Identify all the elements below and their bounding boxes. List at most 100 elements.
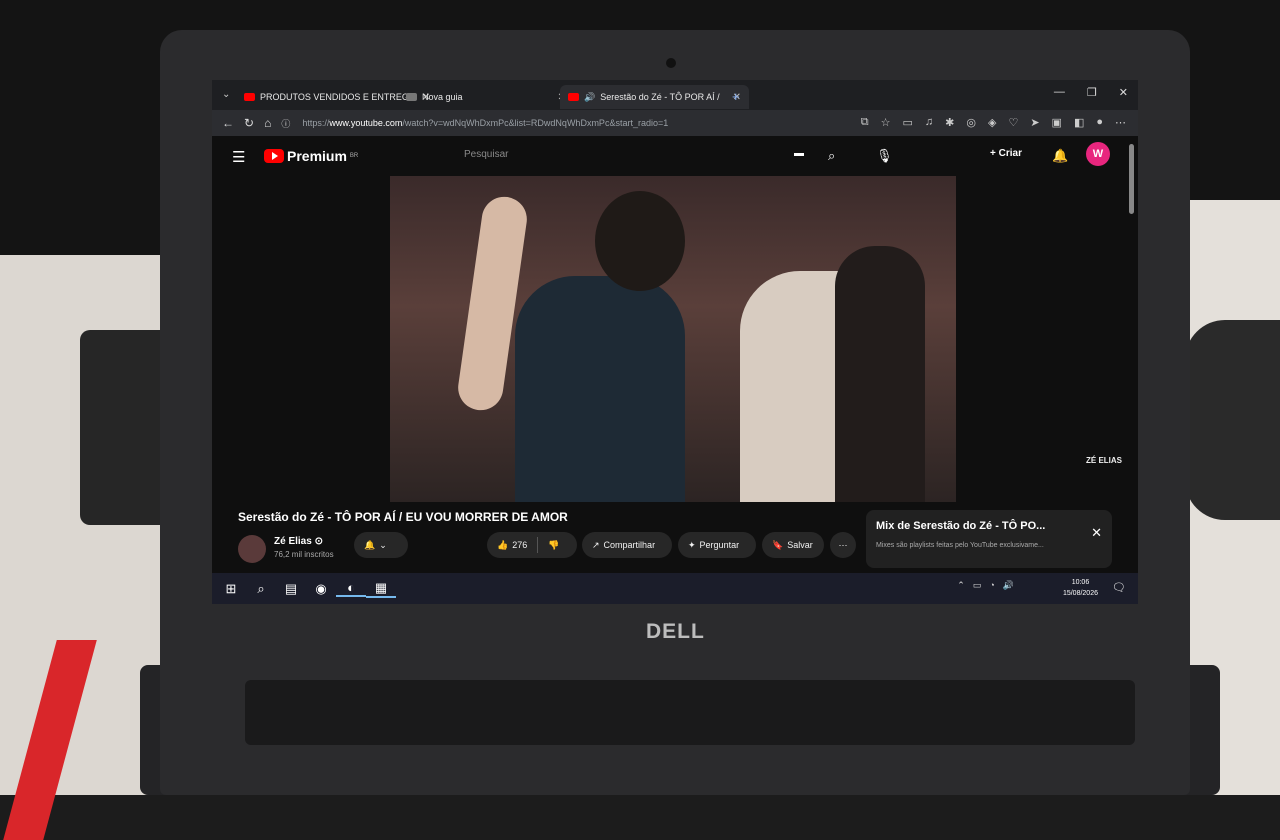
edge-icon[interactable]: ◐ (336, 580, 366, 597)
create-button[interactable]: + Criar (990, 148, 1022, 159)
reader-icon[interactable]: ▭ (902, 116, 912, 129)
share-button[interactable]: ↗ Compartilhar (582, 532, 672, 558)
browser-tab-bar: ⌄ PRODUTOS VENDIDOS E ENTREG ✕ Nova guia… (212, 80, 1138, 110)
chrome-icon[interactable]: ◉ (306, 581, 336, 597)
extension-icon[interactable]: ◈ (988, 116, 996, 129)
video-frame-performer (515, 276, 685, 502)
user-avatar[interactable]: W (1086, 142, 1110, 166)
home-icon[interactable]: ⌂ (264, 116, 271, 130)
tab-nova-guia[interactable]: Nova guia ✕ (398, 85, 574, 109)
clock-date: 15/08/2026 (1062, 590, 1098, 597)
chevron-up-icon[interactable]: ⌃ (957, 580, 965, 591)
new-tab-button[interactable]: + (732, 89, 740, 104)
save-button[interactable]: 🔖 Salvar (762, 532, 824, 558)
more-actions-button[interactable]: ⋯ (830, 532, 856, 558)
channel-watermark: ZÉ ELIAS (1086, 456, 1123, 465)
like-count: 276 (512, 540, 528, 550)
youtube-logo[interactable]: Premium BR (264, 148, 358, 164)
mix-title: Mix de Serestão do Zé - TÔ PO... (876, 520, 1046, 532)
extension-icon[interactable]: ▣ (1052, 116, 1062, 129)
notification-center-icon[interactable]: 🗨 (1112, 581, 1126, 594)
url-field[interactable]: https://www.youtube.com/watch?v=wdNqWhDx… (302, 118, 668, 128)
laptop-screen: ⌄ PRODUTOS VENDIDOS E ENTREG ✕ Nova guia… (212, 80, 1138, 604)
close-icon[interactable]: ✕ (1091, 525, 1102, 541)
tab-serestao[interactable]: 🔊 Serestão do Zé - TÔ POR AÍ / ✕ (560, 85, 749, 109)
windows-taskbar: ⊞ ⌕ ▤ ◉ ◐ ▦ ⌃ ▭ ◔ 🔊 10:06 15/08/2026 🗨 (212, 573, 1138, 604)
channel-name[interactable]: Zé Elias ⊙ (274, 536, 323, 547)
share-label: Compartilhar (603, 540, 656, 550)
search-icon[interactable]: ⌕ (246, 581, 276, 597)
minimize-icon[interactable]: — (1054, 86, 1065, 99)
bookmark-icon: 🔖 (772, 539, 784, 550)
logo-text: Premium (287, 148, 347, 164)
back-icon[interactable]: ← (222, 116, 234, 130)
site-info-icon[interactable]: ⓘ (281, 117, 290, 130)
page-scrollbar[interactable] (1129, 144, 1134, 214)
video-frame-crowd (835, 246, 925, 502)
restore-icon[interactable]: ❐ (1087, 86, 1097, 99)
webcam (666, 58, 676, 68)
dislike-button[interactable]: 👎 (548, 540, 559, 551)
install-app-icon[interactable]: ⧉ (861, 116, 869, 129)
laptop-hinge (245, 680, 1135, 745)
youtube-favicon-icon (244, 93, 255, 101)
youtube-play-icon (264, 149, 284, 163)
profile-icon[interactable]: ● (1096, 116, 1103, 129)
microphone-icon[interactable]: 🎙 (876, 148, 893, 164)
window-controls: — ❐ ✕ (1054, 86, 1128, 99)
channel-subscribers: 76,2 mil inscritos (274, 550, 334, 559)
notifications-bell-icon[interactable]: 🔔 (1052, 148, 1068, 164)
bell-icon: 🔔 (364, 539, 376, 550)
bookmark-star-icon[interactable]: ☆ (881, 116, 891, 129)
like-dislike-group: 👍 276 👎 (487, 532, 577, 558)
search-icon[interactable]: ⌕ (828, 148, 835, 164)
more-icon: ⋯ (838, 539, 848, 550)
keyboard-icon[interactable]: ▬ (794, 148, 804, 159)
close-window-icon[interactable]: ✕ (1119, 86, 1128, 99)
address-bar: ← ↻ ⌂ ⓘ https://www.youtube.com/watch?v=… (212, 110, 1138, 136)
clock-time: 10:06 (1071, 579, 1090, 586)
logo-region: BR (349, 153, 359, 159)
url-host: www.youtube.com (329, 118, 403, 128)
network-icon[interactable]: ◔ (989, 580, 994, 591)
send-icon[interactable]: ➤ (1030, 116, 1039, 129)
new-tab-favicon-icon (406, 93, 417, 101)
mix-playlist-panel[interactable]: Mix de Serestão do Zé - TÔ PO... Mixes s… (866, 510, 1112, 568)
tab-label: Serestão do Zé - TÔ POR AÍ / (600, 92, 720, 102)
windows-start-icon[interactable]: ⊞ (216, 581, 246, 597)
app-icon[interactable]: ▦ (366, 580, 396, 598)
battery-icon[interactable]: ▭ (973, 580, 982, 591)
reload-icon[interactable]: ↻ (244, 116, 254, 130)
url-prefix: https:// (302, 118, 330, 128)
search-input[interactable] (462, 148, 666, 161)
save-label: Salvar (787, 540, 813, 550)
mix-subtitle: Mixes são playlists feitas pelo YouTube … (876, 542, 1044, 549)
dell-logo: DELL (646, 620, 705, 643)
extension-icon[interactable]: ◧ (1074, 116, 1084, 129)
favorites-icon[interactable]: ♡ (1008, 116, 1018, 129)
tab-list-icon[interactable]: ⌄ (222, 89, 230, 100)
divider (537, 537, 539, 553)
more-menu-icon[interactable]: ⋯ (1115, 116, 1126, 129)
channel-avatar[interactable] (238, 535, 266, 563)
extension-icons: ⧉ ☆ ▭ ♫ ✱ ◎ ◈ ♡ ➤ ▣ ◧ ● ⋯ (861, 116, 1126, 129)
share-icon: ↗ (592, 539, 600, 550)
extension-icon[interactable]: ◎ (966, 116, 976, 129)
file-explorer-icon[interactable]: ▤ (276, 581, 306, 597)
video-title: Serestão do Zé - TÔ POR AÍ / EU VOU MORR… (238, 510, 568, 524)
hamburger-menu-icon[interactable]: ☰ (232, 148, 245, 166)
video-frame-head (595, 191, 685, 291)
video-player[interactable] (390, 176, 956, 502)
youtube-favicon-icon (568, 93, 579, 101)
speaker-icon: 🔊 (584, 91, 596, 102)
extension-icon[interactable]: ✱ (945, 116, 954, 129)
like-button[interactable]: 👍 (497, 540, 508, 551)
youtube-header: ☰ Premium BR ▬ ⌕ 🎙 + Criar 🔔 W (212, 136, 1138, 176)
subscription-bell-button[interactable]: 🔔 ⌄ (354, 532, 408, 558)
sparkle-icon: ✦ (688, 539, 696, 550)
taskbar-clock[interactable]: 10:06 15/08/2026 (1063, 577, 1098, 599)
chevron-down-icon: ⌄ (379, 539, 387, 550)
music-icon[interactable]: ♫ (925, 116, 933, 129)
ask-button[interactable]: ✦ Perguntar (678, 532, 756, 558)
volume-icon[interactable]: 🔊 (1003, 580, 1014, 591)
